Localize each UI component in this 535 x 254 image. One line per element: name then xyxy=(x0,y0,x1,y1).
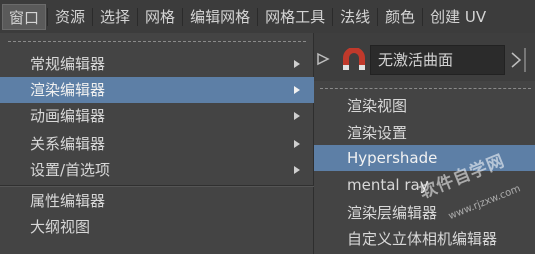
menu-item-label: 关系编辑器 xyxy=(30,135,106,153)
menu-item-label: 设置/首选项 xyxy=(30,161,111,179)
menu-item-rendering-editors[interactable]: 渲染编辑器 xyxy=(0,77,314,103)
menubar-separator xyxy=(257,7,259,26)
menu-item-animation-editors[interactable]: 动画编辑器 xyxy=(0,103,314,129)
submenu-arrow-icon xyxy=(294,86,300,94)
menu-normals[interactable]: 法线 xyxy=(334,4,376,30)
menubar-separator xyxy=(332,7,334,26)
menu-item-label: 常规编辑器 xyxy=(30,55,106,73)
toolbar-divider xyxy=(524,48,526,72)
menu-edit-mesh[interactable]: 编辑网格 xyxy=(184,4,256,30)
magnet-icon[interactable] xyxy=(341,48,367,72)
menu-mesh[interactable]: 网格 xyxy=(139,4,181,30)
submenu-arrow-icon xyxy=(294,60,300,68)
menu-item-general-editors[interactable]: 常规编辑器 xyxy=(0,51,314,77)
menubar-separator xyxy=(137,7,139,26)
menu-item-label: 大纲视图 xyxy=(30,218,91,236)
menu-item-label: 渲染视图 xyxy=(347,97,408,115)
menubar-separator xyxy=(47,7,49,26)
maya-window: 窗口 资源 选择 网格 编辑网格 网格工具 法线 颜色 创建 UV 无激活曲面 … xyxy=(0,0,535,254)
menu-item-label: 动画编辑器 xyxy=(30,107,106,125)
menu-item-label: 渲染编辑器 xyxy=(30,81,106,99)
submenu-item-render-view[interactable]: 渲染视图 xyxy=(314,93,535,119)
menu-item-label: 自定义立体相机编辑器 xyxy=(347,230,498,248)
menu-item-label: 渲染层编辑器 xyxy=(347,204,438,222)
submenu-item-render-settings[interactable]: 渲染设置 xyxy=(314,120,535,146)
tear-off-line[interactable] xyxy=(320,88,531,89)
menubar: 窗口 资源 选择 网格 编辑网格 网格工具 法线 颜色 创建 UV xyxy=(0,0,535,33)
submenu-arrow-icon xyxy=(294,166,300,174)
window-menu-dropdown: 常规编辑器 渲染编辑器 动画编辑器 关系编辑器 设置/首选项 属性编辑器 大纲视… xyxy=(0,33,314,254)
menu-assets[interactable]: 资源 xyxy=(49,4,91,30)
menu-item-settings-preferences[interactable]: 设置/首选项 xyxy=(0,157,314,183)
active-surface-field[interactable]: 无激活曲面 xyxy=(370,45,505,75)
menu-mesh-tools[interactable]: 网格工具 xyxy=(259,4,331,30)
menubar-separator xyxy=(377,7,379,26)
menubar-separator xyxy=(182,7,184,26)
menu-create-uvs[interactable]: 创建 UV xyxy=(424,4,492,30)
menu-color[interactable]: 颜色 xyxy=(379,4,421,30)
submenu-arrow-icon xyxy=(294,140,300,148)
submenu-item-stereo-camera-editor[interactable]: 自定义立体相机编辑器 xyxy=(314,226,535,252)
submenu-item-render-layer-editor[interactable]: 渲染层编辑器 xyxy=(314,200,535,226)
menubar-separator xyxy=(422,7,424,26)
arrow-right-icon[interactable] xyxy=(510,50,522,70)
menubar-separator xyxy=(92,7,94,26)
menu-item-relationship-editors[interactable]: 关系编辑器 xyxy=(0,131,314,157)
tear-off-line[interactable] xyxy=(8,41,306,42)
menu-item-label: 渲染设置 xyxy=(347,124,408,142)
menu-item-outliner[interactable]: 大纲视图 xyxy=(0,214,314,240)
menu-divider-highlight xyxy=(0,186,314,187)
menu-item-label: 属性编辑器 xyxy=(30,192,106,210)
menu-item-label: Hypershade xyxy=(347,149,438,167)
menu-item-attribute-editor[interactable]: 属性编辑器 xyxy=(0,188,314,214)
snap-icon[interactable] xyxy=(316,52,330,66)
menu-select[interactable]: 选择 xyxy=(94,4,136,30)
submenu-arrow-icon xyxy=(294,112,300,120)
menu-window[interactable]: 窗口 xyxy=(2,3,47,30)
